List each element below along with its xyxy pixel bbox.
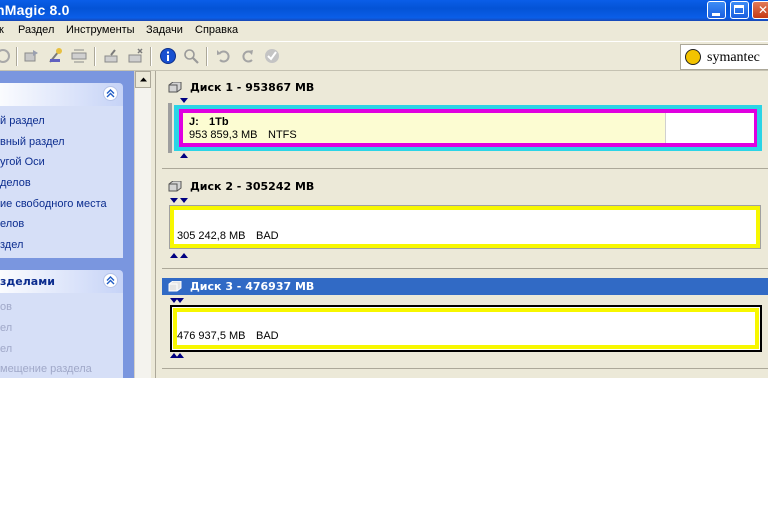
task-group-body: й раздел вный раздел угой Оси делов ие с… [0, 106, 123, 258]
disk-title: Диск 1 - 953867 MB [190, 81, 315, 94]
close-button[interactable]: ✕ [752, 1, 768, 19]
minimize-icon [712, 13, 720, 16]
minimize-button[interactable] [707, 1, 726, 19]
disk-header[interactable]: Диск 1 - 953867 MB [162, 79, 768, 96]
disk-divider [162, 368, 768, 369]
partition-used-space [665, 113, 754, 143]
task-link[interactable]: вный раздел [0, 136, 65, 148]
partition-start-marker [170, 198, 178, 203]
partition-size: 305 242,8 MB [177, 230, 246, 242]
undo-extra-icon[interactable] [103, 47, 121, 65]
disk-divider [162, 168, 768, 169]
copy-partition-icon[interactable] [23, 47, 41, 65]
partition-ops-header[interactable]: зделами [0, 270, 123, 293]
disk-header-selected[interactable]: Диск 3 - 476937 MB [162, 278, 768, 295]
task-group-header[interactable] [0, 83, 123, 106]
apply-icon[interactable] [263, 47, 281, 65]
task-link-disabled[interactable]: ов [0, 301, 12, 313]
partition-fs: NTFS [268, 129, 297, 141]
scroll-up-button[interactable] [135, 71, 151, 88]
hard-disk-icon [168, 281, 182, 292]
zoom-icon[interactable] [182, 47, 200, 65]
task-link[interactable]: здел [0, 239, 23, 251]
collapse-chevron-icon[interactable] [103, 86, 118, 101]
task-link-disabled[interactable]: ел [0, 322, 12, 334]
toolbar-separator [94, 47, 96, 66]
task-link-disabled[interactable]: ел [0, 343, 12, 355]
partition-name: 1Tb [209, 116, 229, 128]
task-link[interactable]: й раздел [0, 115, 45, 127]
partition-end-marker [176, 353, 184, 358]
window-title: nMagic 8.0 [0, 2, 70, 18]
partition-start-marker [176, 298, 184, 303]
partition-size: 953 859,3 MB [189, 129, 258, 141]
partition-block[interactable] [173, 308, 759, 349]
partition-block[interactable] [179, 109, 757, 147]
menu-partition[interactable]: Раздел [18, 24, 54, 36]
toolbar: symantec [0, 41, 768, 71]
maximize-button[interactable] [730, 1, 749, 19]
undo-icon[interactable] [215, 47, 233, 65]
resize-icon[interactable] [70, 47, 88, 65]
menu-file[interactable]: к [0, 24, 4, 36]
collapse-chevron-icon[interactable] [103, 273, 118, 288]
symantec-logo-icon [685, 49, 701, 65]
task-link-disabled[interactable]: мещение раздела [0, 363, 92, 375]
task-panel-scrollbar[interactable] [134, 71, 151, 378]
redo-icon[interactable] [239, 47, 257, 65]
title-bar[interactable]: nMagic 8.0 ✕ [0, 0, 768, 21]
partition-fs: BAD [256, 230, 279, 242]
menu-tasks[interactable]: Задачи [146, 24, 183, 36]
toolbar-separator [150, 47, 152, 66]
arrow-up-icon [140, 77, 147, 82]
task-link[interactable]: угой Оси [0, 156, 45, 168]
partition-end-marker [170, 253, 178, 258]
toolbar-separator [206, 47, 208, 66]
partition-start-marker [180, 198, 188, 203]
hard-disk-icon [168, 82, 182, 93]
partition-end-marker [180, 153, 188, 158]
task-panel: й раздел вный раздел угой Оси делов ие с… [0, 71, 134, 378]
menu-tools[interactable]: Инструменты [66, 24, 135, 36]
disk-map: Диск 1 - 953867 MB J: 1Tb 953 859,3 MB N… [155, 71, 768, 378]
disk-divider [162, 268, 768, 269]
maximize-icon [734, 5, 744, 14]
toolbar-separator [16, 47, 18, 66]
close-icon: ✕ [757, 3, 768, 17]
task-link[interactable]: ие свободного места [0, 198, 107, 210]
partition-ops-body: ов ел ел мещение раздела [0, 293, 123, 378]
menu-help[interactable]: Справка [195, 24, 238, 36]
brand-name: symantec [707, 50, 760, 65]
app-window: nMagic 8.0 ✕ к Раздел Инструменты Задачи… [0, 0, 768, 378]
disk-title: Диск 2 - 305242 MB [190, 180, 315, 193]
partition-end-marker [180, 253, 188, 258]
info-icon[interactable] [159, 47, 177, 65]
partition-letter: J: [189, 116, 199, 128]
partition-size: 476 937,5 MB [177, 330, 246, 342]
task-link[interactable]: елов [0, 218, 24, 230]
disk-icon[interactable] [0, 47, 12, 65]
wizard-icon[interactable] [47, 47, 65, 65]
partition-fs: BAD [256, 330, 279, 342]
hard-disk-icon [168, 181, 182, 192]
partition-ops-title: зделами [0, 275, 55, 288]
disk-header[interactable]: Диск 2 - 305242 MB [162, 178, 768, 195]
task-link[interactable]: делов [0, 177, 31, 189]
menu-bar: к Раздел Инструменты Задачи Справка [0, 21, 768, 41]
new-partition-icon[interactable] [127, 47, 145, 65]
symantec-logo: symantec [680, 44, 768, 70]
disk-title: Диск 3 - 476937 MB [190, 280, 315, 293]
